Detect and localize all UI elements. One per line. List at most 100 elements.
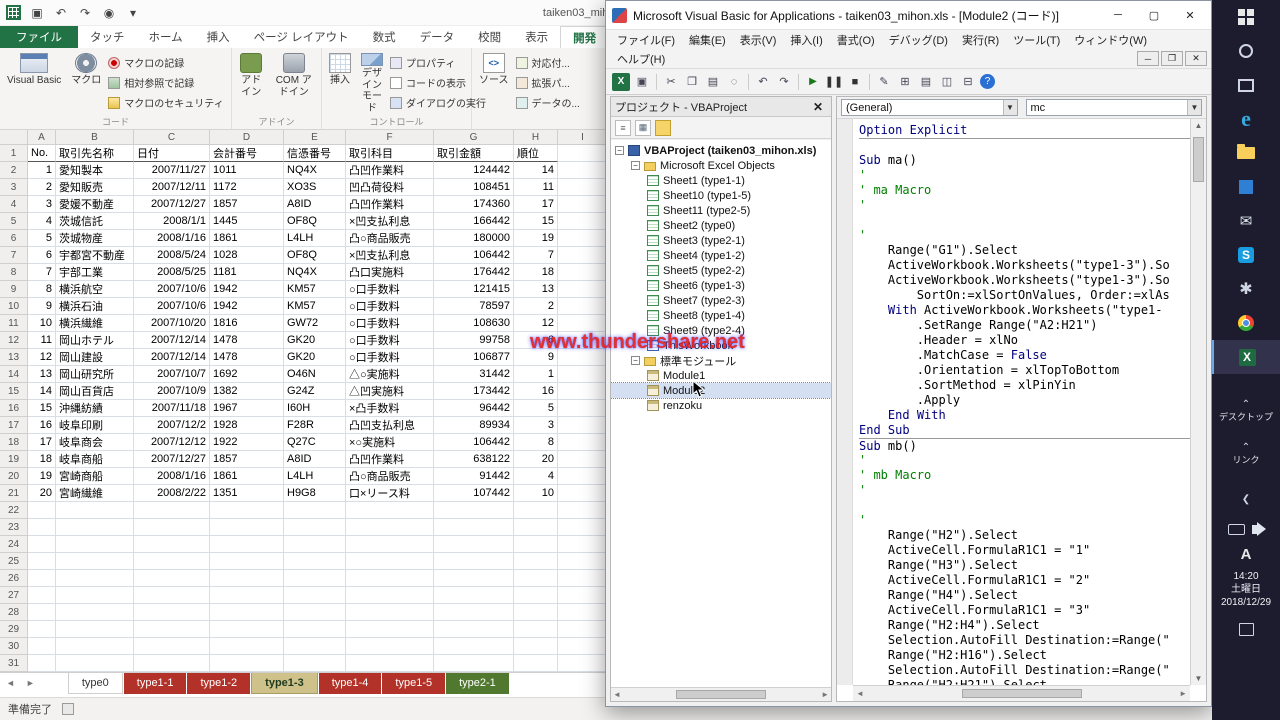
module-close-button[interactable]: ✕ bbox=[1185, 51, 1207, 66]
row-header-12[interactable]: 12 bbox=[0, 332, 28, 349]
cell-F20[interactable]: 凸○商品販売 bbox=[346, 468, 434, 485]
menu-実行(R)[interactable]: 実行(R) bbox=[955, 30, 1006, 50]
cell-B11[interactable]: 横浜繊維 bbox=[56, 315, 134, 332]
cell-I29[interactable] bbox=[558, 621, 608, 638]
cell-F10[interactable]: ○口手数料 bbox=[346, 298, 434, 315]
cell-C11[interactable]: 2007/10/20 bbox=[134, 315, 210, 332]
cell-I31[interactable] bbox=[558, 655, 608, 672]
menu-ウィンドウ(W)[interactable]: ウィンドウ(W) bbox=[1067, 30, 1154, 50]
sheet-nav-left-icon[interactable]: ◄ bbox=[0, 673, 20, 688]
task-view-button[interactable] bbox=[1212, 68, 1280, 102]
cell-H26[interactable] bbox=[514, 570, 558, 587]
object-browser-icon[interactable]: ◫ bbox=[938, 73, 956, 91]
cell-E14[interactable]: O46N bbox=[284, 366, 346, 383]
row-header-1[interactable]: 1 bbox=[0, 145, 28, 162]
speaker-icon[interactable] bbox=[1252, 525, 1259, 534]
cell-E30[interactable] bbox=[284, 638, 346, 655]
row-header-26[interactable]: 26 bbox=[0, 570, 28, 587]
column-header-I[interactable]: I bbox=[558, 130, 608, 145]
cell-B30[interactable] bbox=[56, 638, 134, 655]
cell-C30[interactable] bbox=[134, 638, 210, 655]
cell-A23[interactable] bbox=[28, 519, 56, 536]
cell-F7[interactable]: ×凹支払利息 bbox=[346, 247, 434, 264]
project-horizontal-scrollbar[interactable]: ◄► bbox=[611, 687, 831, 701]
cell-D14[interactable]: 1692 bbox=[210, 366, 284, 383]
tree-expander-icon[interactable]: − bbox=[615, 146, 624, 155]
cell-B13[interactable]: 岡山建設 bbox=[56, 349, 134, 366]
row-header-17[interactable]: 17 bbox=[0, 417, 28, 434]
cell-F6[interactable]: 凸○商品販売 bbox=[346, 230, 434, 247]
tree-item-Sheet1 (type1-1)[interactable]: Sheet1 (type1-1) bbox=[611, 173, 831, 188]
cut-icon[interactable]: ✂ bbox=[662, 73, 680, 91]
row-header-24[interactable]: 24 bbox=[0, 536, 28, 553]
row-header-28[interactable]: 28 bbox=[0, 604, 28, 621]
cell-D6[interactable]: 1861 bbox=[210, 230, 284, 247]
cell-A24[interactable] bbox=[28, 536, 56, 553]
settings-button[interactable]: ✱ bbox=[1212, 272, 1280, 306]
cell-D29[interactable] bbox=[210, 621, 284, 638]
cell-B22[interactable] bbox=[56, 502, 134, 519]
cell-H6[interactable]: 19 bbox=[514, 230, 558, 247]
cell-E10[interactable]: KM57 bbox=[284, 298, 346, 315]
cell-F4[interactable]: 凸凹作業料 bbox=[346, 196, 434, 213]
cell-E24[interactable] bbox=[284, 536, 346, 553]
tree-expander-icon[interactable]: − bbox=[631, 161, 640, 170]
insert-control-button[interactable]: 挿入 bbox=[326, 51, 354, 116]
cell-A25[interactable] bbox=[28, 553, 56, 570]
project-explorer-close-icon[interactable]: ✕ bbox=[809, 100, 827, 114]
toolbox-icon[interactable]: ⊟ bbox=[959, 73, 977, 91]
cell-C8[interactable]: 2008/5/25 bbox=[134, 264, 210, 281]
cell-H22[interactable] bbox=[514, 502, 558, 519]
view-excel-icon[interactable]: X bbox=[612, 73, 630, 91]
menu-編集(E)[interactable]: 編集(E) bbox=[682, 30, 733, 50]
cell-G19[interactable]: 638122 bbox=[434, 451, 514, 468]
cell-I28[interactable] bbox=[558, 604, 608, 621]
cell-H18[interactable]: 8 bbox=[514, 434, 558, 451]
cell-G5[interactable]: 166442 bbox=[434, 213, 514, 230]
row-header-13[interactable]: 13 bbox=[0, 349, 28, 366]
cell-B29[interactable] bbox=[56, 621, 134, 638]
cell-I17[interactable] bbox=[558, 417, 608, 434]
view-object-icon[interactable]: ▦ bbox=[635, 120, 651, 136]
cell-C1[interactable]: 日付 bbox=[134, 145, 210, 162]
excel-taskbar-button[interactable]: X bbox=[1212, 340, 1280, 374]
row-header-19[interactable]: 19 bbox=[0, 451, 28, 468]
relative-reference-button[interactable]: 相対参照で記録 bbox=[108, 75, 223, 90]
cell-G11[interactable]: 108630 bbox=[434, 315, 514, 332]
cell-B26[interactable] bbox=[56, 570, 134, 587]
cell-C17[interactable]: 2007/12/2 bbox=[134, 417, 210, 434]
row-header-20[interactable]: 20 bbox=[0, 468, 28, 485]
cell-A21[interactable]: 20 bbox=[28, 485, 56, 502]
refresh-data-button[interactable]: データの... bbox=[516, 95, 580, 110]
cell-F31[interactable] bbox=[346, 655, 434, 672]
cell-E9[interactable]: KM57 bbox=[284, 281, 346, 298]
cell-A26[interactable] bbox=[28, 570, 56, 587]
cell-H3[interactable]: 11 bbox=[514, 179, 558, 196]
ribbon-tab-開発[interactable]: 開発 bbox=[560, 26, 609, 48]
cell-F18[interactable]: ×○実施料 bbox=[346, 434, 434, 451]
ribbon-tab-校閲[interactable]: 校閲 bbox=[466, 26, 513, 48]
cell-F8[interactable]: 凸口実施料 bbox=[346, 264, 434, 281]
cell-B19[interactable]: 岐阜商船 bbox=[56, 451, 134, 468]
view-code-icon[interactable]: ≡ bbox=[615, 120, 631, 136]
cell-C19[interactable]: 2007/12/27 bbox=[134, 451, 210, 468]
column-header-G[interactable]: G bbox=[434, 130, 514, 145]
cell-F13[interactable]: ○口手数料 bbox=[346, 349, 434, 366]
cell-F24[interactable] bbox=[346, 536, 434, 553]
cell-E25[interactable] bbox=[284, 553, 346, 570]
cell-C22[interactable] bbox=[134, 502, 210, 519]
cell-E7[interactable]: OF8Q bbox=[284, 247, 346, 264]
cell-H19[interactable]: 20 bbox=[514, 451, 558, 468]
cell-E19[interactable]: A8ID bbox=[284, 451, 346, 468]
paste-icon[interactable]: ▤ bbox=[704, 73, 722, 91]
cell-I3[interactable] bbox=[558, 179, 608, 196]
tree-item-VBAProject (taiken03_mihon.xls)[interactable]: −VBAProject (taiken03_mihon.xls) bbox=[611, 143, 831, 158]
row-header-8[interactable]: 8 bbox=[0, 264, 28, 281]
ribbon-tab-データ[interactable]: データ bbox=[408, 26, 467, 48]
macros-button[interactable]: マクロ bbox=[68, 51, 104, 116]
cell-D22[interactable] bbox=[210, 502, 284, 519]
ribbon-tab-ページ レイアウト[interactable]: ページ レイアウト bbox=[242, 26, 361, 48]
start-button[interactable] bbox=[1212, 0, 1280, 34]
ribbon-tab-数式[interactable]: 数式 bbox=[361, 26, 408, 48]
cell-C2[interactable]: 2007/11/27 bbox=[134, 162, 210, 179]
